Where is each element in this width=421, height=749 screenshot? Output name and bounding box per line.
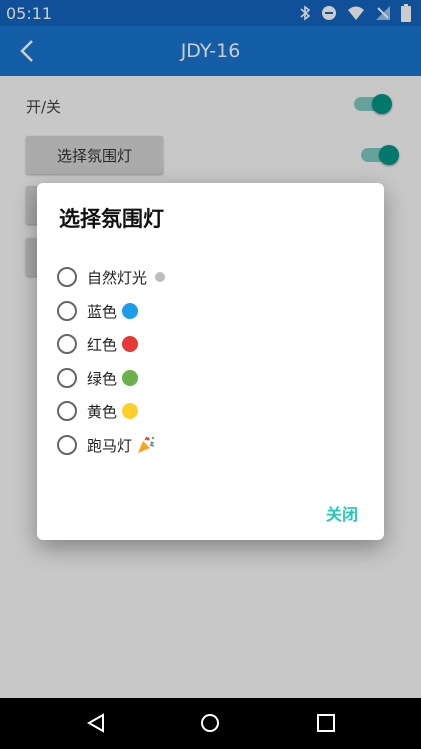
party-popper-icon xyxy=(138,436,155,453)
radio-button[interactable] xyxy=(57,334,77,354)
green-circle-icon xyxy=(122,370,139,386)
nav-back-icon[interactable] xyxy=(86,713,106,733)
option-yellow[interactable]: 黄色 xyxy=(57,399,139,423)
select-light-dialog: 选择氛围灯 自然灯光 蓝色 红色 绿色 黄色 跑马灯 关闭 xyxy=(37,183,384,540)
blue-circle-icon xyxy=(122,303,139,319)
option-label: 跑马灯 xyxy=(87,436,133,455)
radio-button[interactable] xyxy=(57,301,77,321)
radio-button[interactable] xyxy=(57,401,77,421)
dialog-title: 选择氛围灯 xyxy=(59,207,164,231)
radio-button[interactable] xyxy=(57,368,77,388)
option-label: 蓝色 xyxy=(87,302,118,321)
option-label: 红色 xyxy=(87,335,118,354)
option-label: 黄色 xyxy=(87,402,118,421)
gray-dot-icon xyxy=(155,272,166,282)
radio-button[interactable] xyxy=(57,267,77,287)
option-label: 绿色 xyxy=(87,369,118,388)
nav-recents-icon[interactable] xyxy=(316,713,336,733)
navigation-bar xyxy=(0,698,421,749)
close-button[interactable]: 关闭 xyxy=(326,501,358,525)
option-marquee[interactable]: 跑马灯 xyxy=(57,433,156,457)
radio-button[interactable] xyxy=(57,435,77,455)
nav-home-icon[interactable] xyxy=(200,713,220,733)
option-blue[interactable]: 蓝色 xyxy=(57,299,139,323)
yellow-circle-icon xyxy=(122,403,139,419)
red-circle-icon xyxy=(122,336,139,352)
option-label: 自然灯光 xyxy=(87,268,148,287)
option-natural[interactable]: 自然灯光 xyxy=(57,265,166,289)
option-green[interactable]: 绿色 xyxy=(57,366,139,390)
option-red[interactable]: 红色 xyxy=(57,332,139,356)
